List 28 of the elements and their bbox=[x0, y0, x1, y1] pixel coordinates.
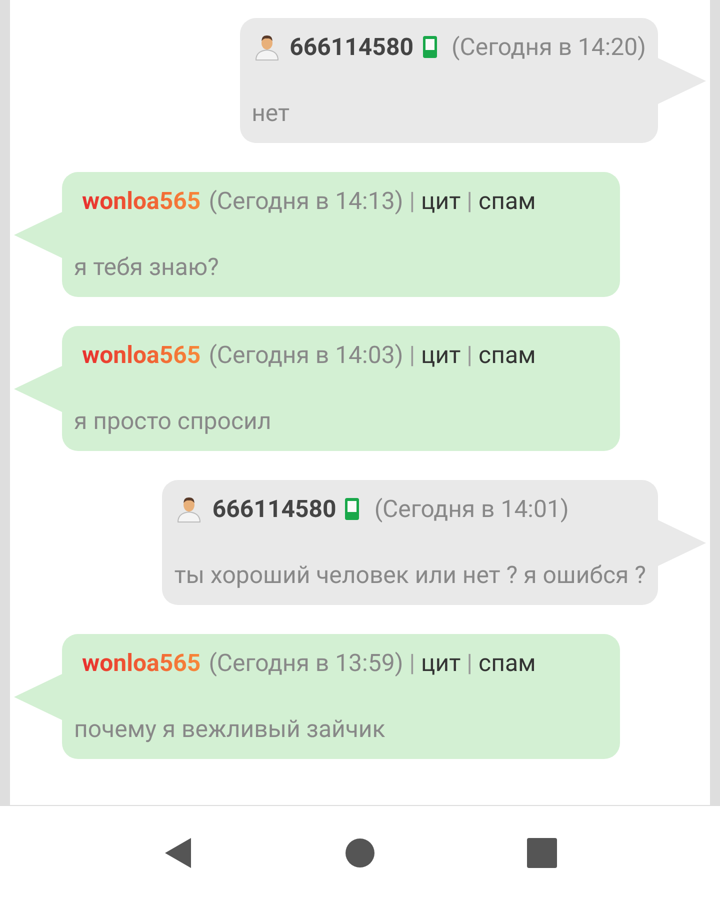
action-link[interactable]: спам bbox=[478, 649, 536, 677]
separator: | bbox=[409, 649, 416, 677]
separator: | bbox=[409, 341, 416, 369]
author-number: 666114580 bbox=[212, 495, 336, 523]
message-time: (Сегодня в 13:59) bbox=[208, 649, 404, 677]
separator: | bbox=[466, 187, 473, 215]
separator: | bbox=[466, 649, 473, 677]
mobile-phone-icon bbox=[422, 35, 438, 59]
home-icon[interactable] bbox=[345, 838, 375, 868]
action-link[interactable]: спам bbox=[478, 341, 536, 369]
author-number: 666114580 bbox=[290, 33, 414, 61]
message-text: почему я вежливый зайчик bbox=[74, 714, 386, 745]
message-text: ты хороший человек или нет ? я ошибся ? bbox=[174, 560, 646, 591]
message-text: я тебя знаю? bbox=[74, 252, 220, 283]
separator: | bbox=[409, 187, 416, 215]
back-icon[interactable] bbox=[163, 837, 193, 869]
action-link[interactable]: цит bbox=[421, 187, 461, 215]
message-time: (Сегодня в 14:03) bbox=[208, 341, 404, 369]
message-text: я просто спросил bbox=[74, 406, 272, 437]
mobile-phone-icon bbox=[344, 497, 360, 521]
action-link[interactable]: цит bbox=[421, 341, 461, 369]
message-time: (Сегодня в 14:13) bbox=[208, 187, 404, 215]
message-time: (Сегодня в 14:01) bbox=[374, 495, 569, 523]
message-text: нет bbox=[252, 98, 291, 129]
separator: | bbox=[466, 341, 473, 369]
action-link[interactable]: спам bbox=[478, 187, 536, 215]
message-time: (Сегодня в 14:20) bbox=[452, 33, 646, 61]
action-link[interactable]: цит bbox=[421, 649, 461, 677]
